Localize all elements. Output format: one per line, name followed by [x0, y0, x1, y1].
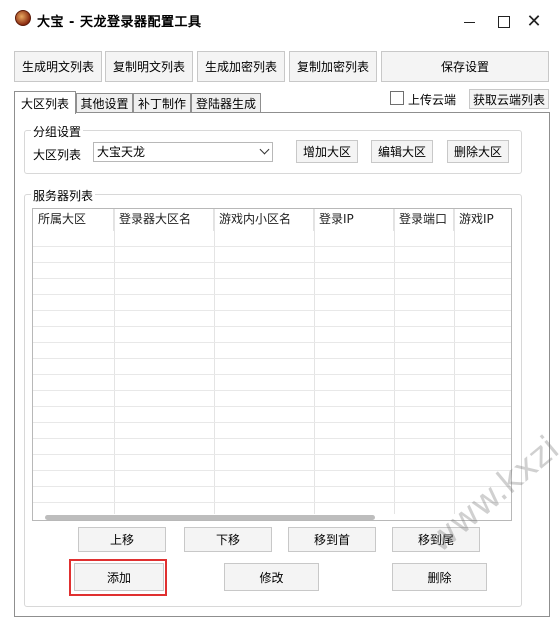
- server-list-title: 服务器列表: [31, 187, 96, 204]
- tab-region-list[interactable]: 大区列表: [14, 91, 76, 114]
- copy-plain-list-button[interactable]: 复制明文列表: [105, 51, 193, 82]
- window-title: 大宝 - 天龙登录器配置工具: [37, 15, 202, 30]
- table-header: 所属大区 登录器大区名 游戏内小区名 登录IP 登录端口 游戏IP: [33, 209, 511, 231]
- edit-region-button[interactable]: 编辑大区: [371, 140, 433, 163]
- app-icon: [15, 10, 31, 26]
- table-row[interactable]: [33, 391, 511, 407]
- generate-encrypted-list-button[interactable]: 生成加密列表: [197, 51, 285, 82]
- move-down-button[interactable]: 下移: [184, 527, 272, 552]
- generate-plain-list-button[interactable]: 生成明文列表: [14, 51, 102, 82]
- table-row[interactable]: [33, 263, 511, 279]
- main-window: 大宝 - 天龙登录器配置工具 ✕ 生成明文列表 复制明文列表 生成加密列表 复制…: [0, 0, 559, 634]
- table-row[interactable]: [33, 439, 511, 455]
- chevron-down-icon: [259, 144, 270, 155]
- save-settings-button[interactable]: 保存设置: [381, 51, 549, 82]
- title-bar: 大宝 - 天龙登录器配置工具 ✕: [0, 0, 559, 40]
- region-select[interactable]: 大宝天龙: [93, 142, 273, 162]
- column-header-login-ip[interactable]: 登录IP: [314, 209, 394, 231]
- horizontal-scrollbar[interactable]: [45, 515, 375, 520]
- table-row[interactable]: [33, 375, 511, 391]
- table-row[interactable]: [33, 279, 511, 295]
- maximize-button[interactable]: [494, 12, 514, 32]
- move-up-button[interactable]: 上移: [78, 527, 166, 552]
- table-row[interactable]: [33, 407, 511, 423]
- delete-region-button[interactable]: 删除大区: [447, 140, 509, 163]
- fetch-cloud-list-button[interactable]: 获取云端列表: [469, 89, 549, 109]
- delete-server-button[interactable]: 删除: [392, 563, 487, 591]
- move-to-first-button[interactable]: 移到首: [288, 527, 376, 552]
- minimize-button[interactable]: [460, 12, 480, 32]
- copy-encrypted-list-button[interactable]: 复制加密列表: [289, 51, 377, 82]
- close-button[interactable]: ✕: [524, 12, 544, 32]
- table-row[interactable]: [33, 343, 511, 359]
- add-button-highlight: [69, 559, 167, 596]
- tab-other-settings[interactable]: 其他设置: [76, 93, 133, 113]
- tab-patch-make[interactable]: 补丁制作: [133, 93, 191, 113]
- table-row[interactable]: [33, 311, 511, 327]
- table-row[interactable]: [33, 295, 511, 311]
- region-list-label: 大区列表: [33, 148, 82, 162]
- add-region-button[interactable]: 增加大区: [296, 140, 358, 163]
- table-row[interactable]: [33, 247, 511, 263]
- table-row[interactable]: [33, 487, 511, 503]
- table-row[interactable]: [33, 359, 511, 375]
- column-header-region[interactable]: 所属大区: [33, 209, 114, 231]
- tab-launcher-generate[interactable]: 登陆器生成: [191, 93, 261, 113]
- column-header-login-port[interactable]: 登录端口: [394, 209, 454, 231]
- upload-cloud-checkbox[interactable]: [390, 91, 404, 105]
- modify-server-button[interactable]: 修改: [224, 563, 319, 591]
- table-row[interactable]: [33, 471, 511, 487]
- column-header-game-ip[interactable]: 游戏IP: [454, 209, 511, 231]
- group-settings-title: 分组设置: [31, 123, 84, 140]
- table-row[interactable]: [33, 455, 511, 471]
- column-header-launcher-region-name[interactable]: 登录器大区名: [114, 209, 214, 231]
- region-select-value: 大宝天龙: [97, 145, 146, 159]
- table-row[interactable]: [33, 423, 511, 439]
- table-row[interactable]: [33, 327, 511, 343]
- upload-cloud-label: 上传云端: [408, 93, 457, 107]
- table-row[interactable]: [33, 231, 511, 247]
- server-table[interactable]: 所属大区 登录器大区名 游戏内小区名 登录IP 登录端口 游戏IP: [32, 208, 512, 521]
- column-header-ingame-subregion-name[interactable]: 游戏内小区名: [214, 209, 314, 231]
